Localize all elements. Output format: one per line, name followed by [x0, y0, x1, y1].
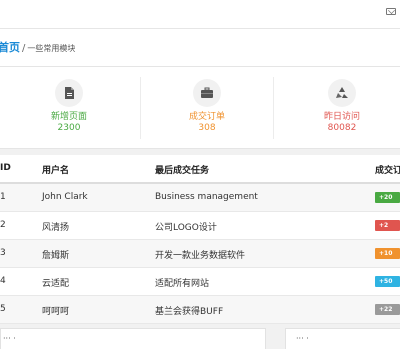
stat-value: 2300	[57, 123, 81, 133]
panel-title: ··· ·	[3, 334, 16, 343]
col-deals: 成交订	[375, 166, 400, 176]
table-row[interactable]: 3 詹姆斯 开发一款业务数据软件 +10	[0, 240, 400, 268]
cell-task: 适配所有网站	[155, 279, 210, 289]
cell-id: 3	[0, 248, 6, 258]
stat-label: 新增页面	[50, 112, 87, 122]
panel-title: ··· ·	[296, 334, 309, 343]
table-row[interactable]: 2 风清扬 公司LOGO设计 +2	[0, 212, 400, 240]
col-task: 最后成交任务	[155, 166, 210, 176]
stat-visits[interactable]: 昨日访问 80082	[274, 67, 400, 148]
col-user: 用户名	[42, 166, 70, 176]
breadcrumb-home[interactable]: 首页	[0, 41, 20, 54]
orders-table: ID 用户名 最后成交任务 成交订 1 John Clark Business …	[0, 155, 400, 324]
breadcrumb-separator: /	[22, 43, 26, 54]
stat-orders[interactable]: 成交订单 308	[141, 67, 273, 148]
stat-value: 80082	[327, 123, 357, 133]
table-row[interactable]: 1 John Clark Business management +20	[0, 184, 400, 212]
cell-user: 云适配	[42, 279, 70, 289]
stat-value: 308	[198, 123, 216, 133]
bottom-panel-right: ··· ·	[285, 328, 400, 349]
stat-new-pages[interactable]: 新增页面 2300	[0, 67, 138, 148]
cell-user: 风清扬	[42, 223, 70, 233]
cell-task: 公司LOGO设计	[155, 223, 217, 233]
cell-task: Business management	[155, 192, 258, 202]
cell-id: 5	[0, 304, 6, 314]
breadcrumb-current: 一些常用模块	[27, 44, 76, 53]
cell-id: 1	[0, 192, 6, 202]
deal-badge: +20	[375, 192, 400, 203]
cell-user: John Clark	[42, 192, 88, 202]
deal-badge: +22	[375, 304, 400, 315]
cell-user: 呵呵呵	[42, 307, 70, 317]
stats-panel: 新增页面 2300 成交订单 308 昨日访问 80082	[0, 67, 400, 149]
deal-badge: +50	[375, 276, 400, 287]
document-icon	[55, 79, 83, 107]
table-row[interactable]: 5 呵呵呵 基兰会获得BUFF +22	[0, 296, 400, 324]
deal-badge: +2	[375, 220, 400, 231]
breadcrumb: 首页 / 一些常用模块	[0, 42, 75, 55]
cell-id: 4	[0, 276, 6, 286]
recycle-icon	[328, 79, 356, 107]
bottom-panel-left: ··· ·	[0, 328, 266, 349]
table-row[interactable]: 4 云适配 适配所有网站 +50	[0, 268, 400, 296]
col-id: ID	[0, 163, 11, 173]
top-header	[0, 0, 400, 29]
table-header: ID 用户名 最后成交任务 成交订	[0, 155, 400, 184]
briefcase-icon	[193, 79, 221, 107]
cell-task: 基兰会获得BUFF	[155, 307, 224, 317]
stat-label: 成交订单	[188, 112, 225, 122]
breadcrumb-bar: 首页 / 一些常用模块	[0, 29, 400, 67]
mail-icon[interactable]	[386, 8, 396, 15]
cell-user: 詹姆斯	[42, 251, 70, 261]
deal-badge: +10	[375, 248, 400, 259]
stat-label: 昨日访问	[323, 112, 360, 122]
cell-task: 开发一款业务数据软件	[155, 251, 246, 261]
cell-id: 2	[0, 220, 6, 230]
